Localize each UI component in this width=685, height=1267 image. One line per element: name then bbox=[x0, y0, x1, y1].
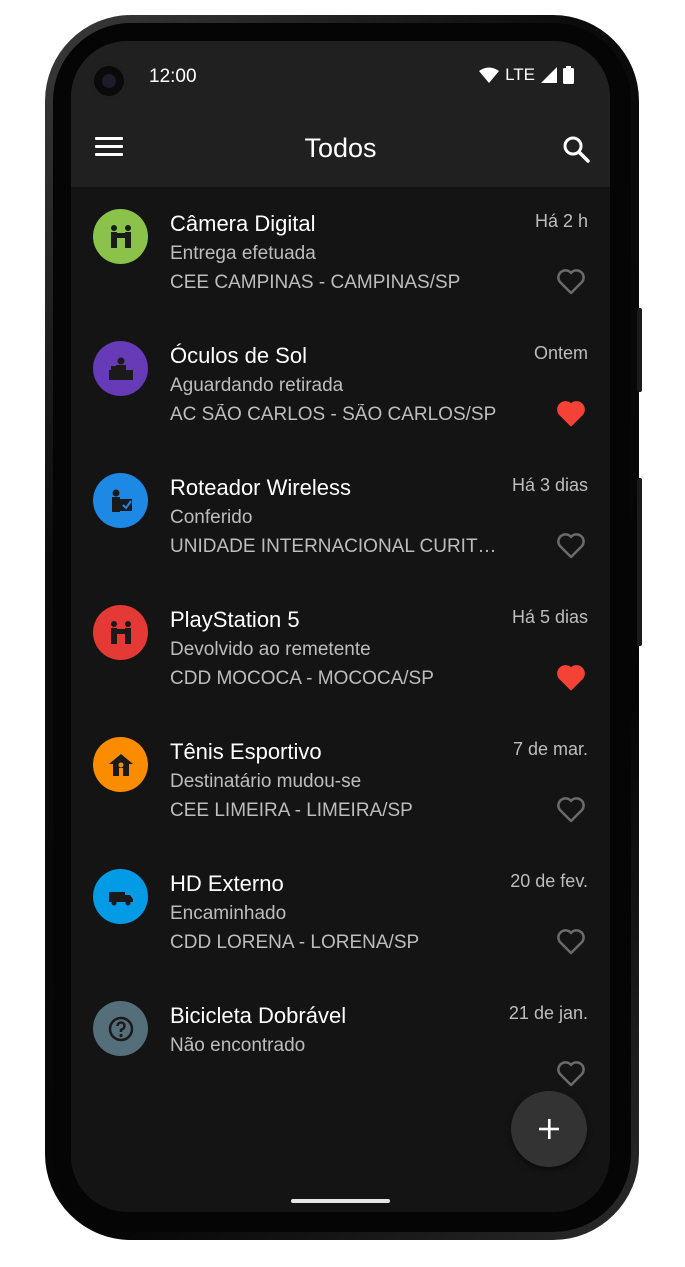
heart-outline-icon[interactable] bbox=[556, 795, 586, 823]
plus-icon bbox=[539, 1119, 559, 1139]
item-location: CDD MOCOCA - MOCOCA/SP bbox=[170, 668, 434, 689]
avatar bbox=[93, 1001, 148, 1056]
avatar bbox=[93, 473, 148, 528]
item-location: AC SÃO CARLOS - SÃO CARLOS/SP bbox=[170, 404, 497, 425]
item-location: UNIDADE INTERNACIONAL CURITIBA/PR bbox=[170, 536, 500, 557]
item-title: Roteador Wireless bbox=[170, 475, 351, 500]
heart-outline-icon[interactable] bbox=[556, 927, 586, 955]
item-status: Aguardando retirada bbox=[170, 375, 344, 396]
item-title: PlayStation 5 bbox=[170, 607, 300, 632]
wifi-icon bbox=[479, 67, 500, 83]
heart-filled-icon[interactable] bbox=[556, 663, 586, 691]
item-title: Câmera Digital bbox=[170, 211, 316, 236]
heart-outline-icon[interactable] bbox=[556, 267, 586, 295]
avatar bbox=[93, 341, 148, 396]
inspector-icon bbox=[111, 489, 132, 512]
item-title: Bicicleta Dobrável bbox=[170, 1003, 347, 1028]
item-location: CEE LIMEIRA - LIMEIRA/SP bbox=[170, 800, 413, 821]
item-date: Há 2 h bbox=[534, 211, 588, 231]
item-title: HD Externo bbox=[170, 871, 284, 896]
list-item[interactable]: Óculos de Sol Aguardando retirada AC SÃO… bbox=[71, 319, 610, 451]
power-button bbox=[637, 308, 642, 392]
item-date: 20 de fev. bbox=[510, 871, 588, 891]
item-status: Encaminhado bbox=[170, 903, 287, 924]
signal-icon bbox=[541, 67, 557, 83]
item-status: Destinatário mudou-se bbox=[170, 771, 362, 792]
list-item[interactable]: HD Externo Encaminhado CDD LORENA - LORE… bbox=[71, 847, 610, 979]
status-time: 12:00 bbox=[149, 66, 197, 87]
list-item[interactable]: Tênis Esportivo Destinatário mudou-se CE… bbox=[71, 715, 610, 847]
item-status: Entrega efetuada bbox=[170, 243, 316, 264]
heart-outline-icon[interactable] bbox=[556, 531, 586, 559]
item-date: Há 5 dias bbox=[511, 607, 588, 627]
counter-icon bbox=[108, 357, 133, 380]
list-item[interactable]: Roteador Wireless Conferido UNIDADE INTE… bbox=[71, 451, 610, 583]
handover-icon bbox=[110, 620, 131, 644]
item-location: CDD LORENA - LORENA/SP bbox=[170, 932, 420, 953]
item-title: Tênis Esportivo bbox=[170, 739, 322, 764]
list-item[interactable]: Bicicleta Dobrável Não encontrado 21 de … bbox=[71, 979, 610, 1111]
heart-outline-icon[interactable] bbox=[556, 1059, 586, 1087]
page-title: Todos bbox=[304, 133, 377, 163]
status-bar: 12:00 LTE bbox=[71, 41, 610, 111]
search-icon[interactable] bbox=[562, 135, 590, 163]
item-date: Ontem bbox=[533, 343, 588, 363]
gesture-nav-bar[interactable] bbox=[291, 1199, 390, 1203]
front-camera bbox=[91, 63, 127, 99]
app-bar: Todos bbox=[71, 111, 610, 187]
avatar bbox=[93, 869, 148, 924]
item-location: CEE CAMPINAS - CAMPINAS/SP bbox=[170, 272, 461, 293]
list-item[interactable]: PlayStation 5 Devolvido ao remetente CDD… bbox=[71, 583, 610, 715]
house-person-icon bbox=[108, 753, 133, 776]
handover-icon bbox=[110, 224, 131, 248]
avatar bbox=[93, 605, 148, 660]
item-title: Óculos de Sol bbox=[170, 343, 307, 368]
item-date: 21 de jan. bbox=[508, 1003, 588, 1023]
item-status: Conferido bbox=[170, 507, 253, 528]
heart-filled-icon[interactable] bbox=[556, 399, 586, 427]
status-icons: LTE bbox=[479, 65, 574, 85]
item-date: 7 de mar. bbox=[512, 739, 588, 759]
item-status: Não encontrado bbox=[170, 1035, 306, 1056]
item-date: Há 3 dias bbox=[511, 475, 588, 495]
avatar bbox=[93, 209, 148, 264]
battery-icon bbox=[563, 66, 574, 84]
volume-button bbox=[637, 478, 642, 646]
screen: 12:00 LTE Todos Câmera Digital Entrega e… bbox=[71, 41, 610, 1212]
network-label: LTE bbox=[505, 65, 535, 84]
item-status: Devolvido ao remetente bbox=[170, 639, 371, 660]
truck-icon bbox=[108, 891, 133, 905]
avatar bbox=[93, 737, 148, 792]
add-package-button[interactable] bbox=[511, 1091, 587, 1167]
list-item[interactable]: Câmera Digital Entrega efetuada CEE CAMP… bbox=[71, 187, 610, 319]
question-icon bbox=[108, 1016, 133, 1041]
